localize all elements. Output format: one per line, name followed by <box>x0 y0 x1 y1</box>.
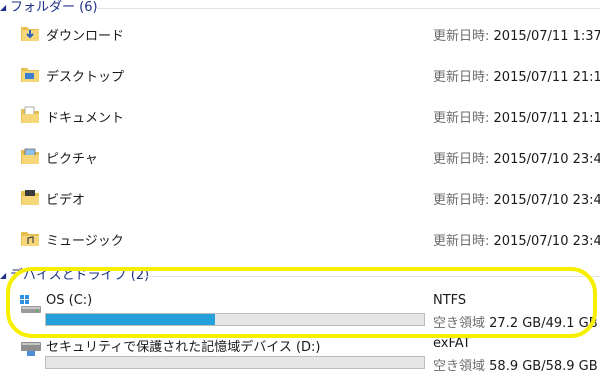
videos-folder-icon <box>21 190 39 205</box>
drive-free-space: 空き領域 27.2 GB/49.1 GB <box>433 316 598 331</box>
music-folder-icon <box>21 232 39 246</box>
desktop-folder-icon <box>21 68 39 82</box>
windows-drive-icon <box>20 295 41 313</box>
drive-name: セキュリティで保護された記憶域デバイス (D:) <box>46 340 321 355</box>
folder-item-desktop[interactable]: デスクトップ 更新日時: 2015/07/11 21:1 <box>0 60 600 90</box>
usb-drive-icon <box>21 342 41 356</box>
group-divider <box>96 8 600 9</box>
folder-item-downloads[interactable]: ダウンロード 更新日時: 2015/07/11 1:37 <box>0 19 600 49</box>
drive-usage-bar <box>45 356 425 369</box>
folder-modified: 更新日時: 2015/07/10 23:4 <box>433 193 600 208</box>
folder-name: ドキュメント <box>46 111 125 126</box>
download-folder-icon <box>21 27 39 41</box>
drive-free-space: 空き領域 58.9 GB/58.9 GB <box>433 359 598 374</box>
drive-filesystem: NTFS <box>433 293 467 308</box>
drive-filesystem: exFAT <box>433 336 471 351</box>
group-divider <box>140 276 600 277</box>
folder-modified: 更新日時: 2015/07/10 23:4 <box>433 152 600 167</box>
folder-name: ダウンロード <box>46 29 125 44</box>
drive-item-c[interactable]: OS (C:) NTFS 空き領域 27.2 GB/49.1 GB <box>0 291 600 333</box>
folder-modified: 更新日時: 2015/07/11 1:37 <box>433 29 600 44</box>
folder-item-music[interactable]: ミュージック 更新日時: 2015/07/10 23:4 <box>0 224 600 254</box>
drive-usage-fill <box>46 314 215 325</box>
drives-group-header[interactable]: ◢ デバイスとドライブ (2) <box>0 268 149 284</box>
folder-modified: 更新日時: 2015/07/10 23:4 <box>433 234 600 249</box>
folder-name: ピクチャ <box>46 152 98 167</box>
collapse-chevron-icon[interactable]: ◢ <box>0 0 9 16</box>
folder-name: ビデオ <box>46 193 86 208</box>
folders-group-header[interactable]: ◢ フォルダー (6) <box>0 0 98 16</box>
drive-item-d[interactable]: セキュリティで保護された記憶域デバイス (D:) exFAT 空き領域 58.9… <box>0 334 600 376</box>
folders-group-label: フォルダー (6) <box>10 0 98 15</box>
folder-item-documents[interactable]: ドキュメント 更新日時: 2015/07/11 21:1 <box>0 101 600 131</box>
folder-modified: 更新日時: 2015/07/11 21:1 <box>433 111 600 126</box>
drive-name: OS (C:) <box>46 293 93 308</box>
folder-modified: 更新日時: 2015/07/11 21:1 <box>433 70 600 85</box>
documents-folder-icon <box>21 106 39 123</box>
drives-group-label: デバイスとドライブ (2) <box>10 268 150 283</box>
folder-name: デスクトップ <box>46 70 125 85</box>
folder-name: ミュージック <box>46 234 124 249</box>
pictures-folder-icon <box>21 148 39 164</box>
collapse-chevron-icon[interactable]: ◢ <box>0 268 9 284</box>
drive-usage-bar <box>45 313 425 326</box>
folder-item-pictures[interactable]: ピクチャ 更新日時: 2015/07/10 23:4 <box>0 142 600 172</box>
folder-item-videos[interactable]: ビデオ 更新日時: 2015/07/10 23:4 <box>0 183 600 213</box>
